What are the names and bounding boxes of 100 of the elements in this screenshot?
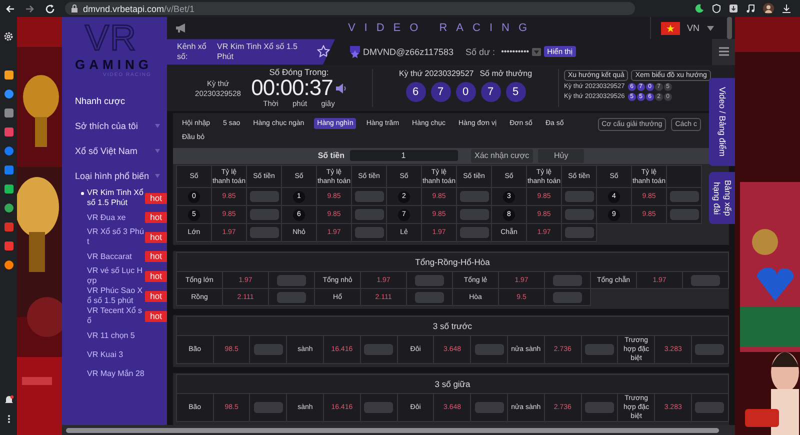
channel-label: Kênh xổ số: xyxy=(177,42,208,62)
hot-badge: hot xyxy=(145,192,167,204)
amount-field[interactable] xyxy=(354,227,384,238)
amount-field[interactable] xyxy=(695,402,724,413)
scrollbar[interactable] xyxy=(66,428,719,432)
period-label: Kỳ thứ 20230329527 xyxy=(398,68,474,78)
amount-field[interactable] xyxy=(277,274,306,286)
download-arrow-icon[interactable] xyxy=(782,4,791,13)
amount-field[interactable] xyxy=(460,191,488,202)
reload-icon[interactable] xyxy=(45,4,55,14)
moon-icon[interactable] xyxy=(695,4,704,13)
amount-field[interactable]: 1 xyxy=(350,150,458,162)
result-title: Số mở thưởng xyxy=(480,68,532,78)
side-tab[interactable]: Bảng xếp hạng đài xyxy=(709,172,735,224)
menu-item[interactable]: VR Tecent Xổ số xyxy=(81,306,144,326)
shield-icon[interactable] xyxy=(712,4,721,13)
countdown-time: 00:00:37 xyxy=(251,77,333,100)
menu-item[interactable]: VR Baccarat xyxy=(81,252,144,262)
menu-button[interactable] xyxy=(712,39,735,65)
amount-field[interactable] xyxy=(474,402,504,413)
amount-field[interactable] xyxy=(553,292,582,302)
menu-item[interactable]: VR Đua xe xyxy=(81,212,144,222)
hot-badge: hot xyxy=(145,212,167,223)
section-title: 3 số giữa xyxy=(176,374,728,394)
amount-field[interactable] xyxy=(364,402,394,413)
amount-field[interactable] xyxy=(254,344,283,355)
menu-item[interactable]: Nhanh cược xyxy=(75,96,155,106)
dropdown-icon[interactable] xyxy=(532,48,542,56)
amount-field[interactable] xyxy=(553,274,582,286)
amount-field[interactable] xyxy=(250,191,278,202)
side-tab[interactable]: Video / Bảng điểm xyxy=(709,78,735,166)
menu-item[interactable]: Sở thích của tôi xyxy=(75,120,155,130)
amount-field[interactable] xyxy=(460,227,488,238)
result-ball: 0 xyxy=(456,82,476,102)
amount-field[interactable] xyxy=(695,344,724,355)
menu-icon xyxy=(718,47,728,56)
countdown-title: Số Đóng Trong: xyxy=(269,67,329,78)
amount-field[interactable] xyxy=(354,209,384,220)
confirm-button[interactable]: Xác nhận cược xyxy=(470,148,534,163)
speaker-icon[interactable] xyxy=(334,82,347,94)
menu-item[interactable]: VR 11 chọn 5 xyxy=(81,330,145,340)
scrollbar[interactable] xyxy=(726,17,732,40)
menu-item[interactable]: Loại hình phổ biến xyxy=(75,170,155,180)
amount-label: Số tiền xyxy=(318,151,345,160)
result-ball: 5 xyxy=(506,82,526,102)
amount-field[interactable] xyxy=(250,227,278,238)
amount-field[interactable] xyxy=(670,191,698,202)
music-icon[interactable] xyxy=(746,4,755,13)
hot-badge: hot xyxy=(145,310,167,322)
amount-field[interactable] xyxy=(564,191,594,202)
menu-item[interactable]: VR Kim Tinh Xổ số 1.5 Phút xyxy=(81,188,144,208)
result-ball: 6 xyxy=(406,82,426,102)
amount-field[interactable] xyxy=(415,292,444,302)
flag-icon[interactable] xyxy=(661,22,680,35)
forward-icon[interactable] xyxy=(25,4,35,14)
hot-badge: hot xyxy=(145,232,167,242)
menu-item[interactable]: VR vé số Lục Hợp xyxy=(81,266,144,286)
back-icon[interactable] xyxy=(5,4,15,14)
url-text[interactable]: dmvnd.vrbetapi.com/v/Bet/1 xyxy=(83,4,195,14)
caret-icon[interactable] xyxy=(706,26,714,31)
amount-field[interactable] xyxy=(415,274,444,286)
logo-letters: VR xyxy=(83,19,138,57)
cancel-button[interactable]: Hủy xyxy=(538,148,584,163)
hot-badge: hot xyxy=(145,251,167,262)
amount-field[interactable] xyxy=(250,209,278,220)
menu-item[interactable]: VR Phúc Sao Xổ số 1.5 phút xyxy=(81,286,144,306)
megaphone-icon[interactable] xyxy=(175,23,187,34)
amount-field[interactable] xyxy=(460,209,488,220)
amount-field[interactable] xyxy=(354,191,384,202)
balance-value: •••••••••• xyxy=(501,47,530,56)
amount-field[interactable] xyxy=(364,344,394,355)
rank-badge-icon xyxy=(349,44,361,59)
amount-field[interactable] xyxy=(564,227,594,238)
channel-name: VR Kim Tinh Xổ số 1.5 Phút xyxy=(217,42,298,62)
amount-field[interactable] xyxy=(277,292,306,302)
download-icon[interactable] xyxy=(729,4,738,13)
amount-field[interactable] xyxy=(474,344,504,355)
amount-field[interactable] xyxy=(584,402,614,413)
bell-icon[interactable] xyxy=(4,395,14,405)
hot-badge: hot xyxy=(145,270,167,282)
language-label[interactable]: VN xyxy=(687,23,700,34)
amount-field[interactable] xyxy=(584,344,614,355)
logo-word: GAMING xyxy=(75,57,152,72)
amount-field[interactable] xyxy=(691,274,720,286)
amount-field[interactable] xyxy=(564,209,594,220)
amount-field[interactable] xyxy=(254,402,283,413)
amount-field[interactable] xyxy=(670,209,698,220)
menu-item[interactable]: VR Kuai 3 xyxy=(81,350,145,360)
username: DMVND@z66z117583 xyxy=(363,46,454,57)
menu-item[interactable]: VR Xổ số 3 Phút xyxy=(81,227,144,247)
balance-label: Số dư : xyxy=(466,46,496,57)
star-icon[interactable] xyxy=(317,45,330,58)
app-title: VIDEO RACING xyxy=(346,22,538,34)
menu-item[interactable]: Xổ số Việt Nam xyxy=(75,146,155,156)
avatar-icon[interactable] xyxy=(763,3,774,14)
lock-icon xyxy=(71,4,78,13)
section-title: Tổng-Rồng-Hổ-Hòa xyxy=(176,252,728,272)
menu-item[interactable]: VR May Mắn 28 xyxy=(81,368,145,378)
result-ball: 7 xyxy=(430,82,450,102)
settings-icon[interactable] xyxy=(3,31,14,42)
